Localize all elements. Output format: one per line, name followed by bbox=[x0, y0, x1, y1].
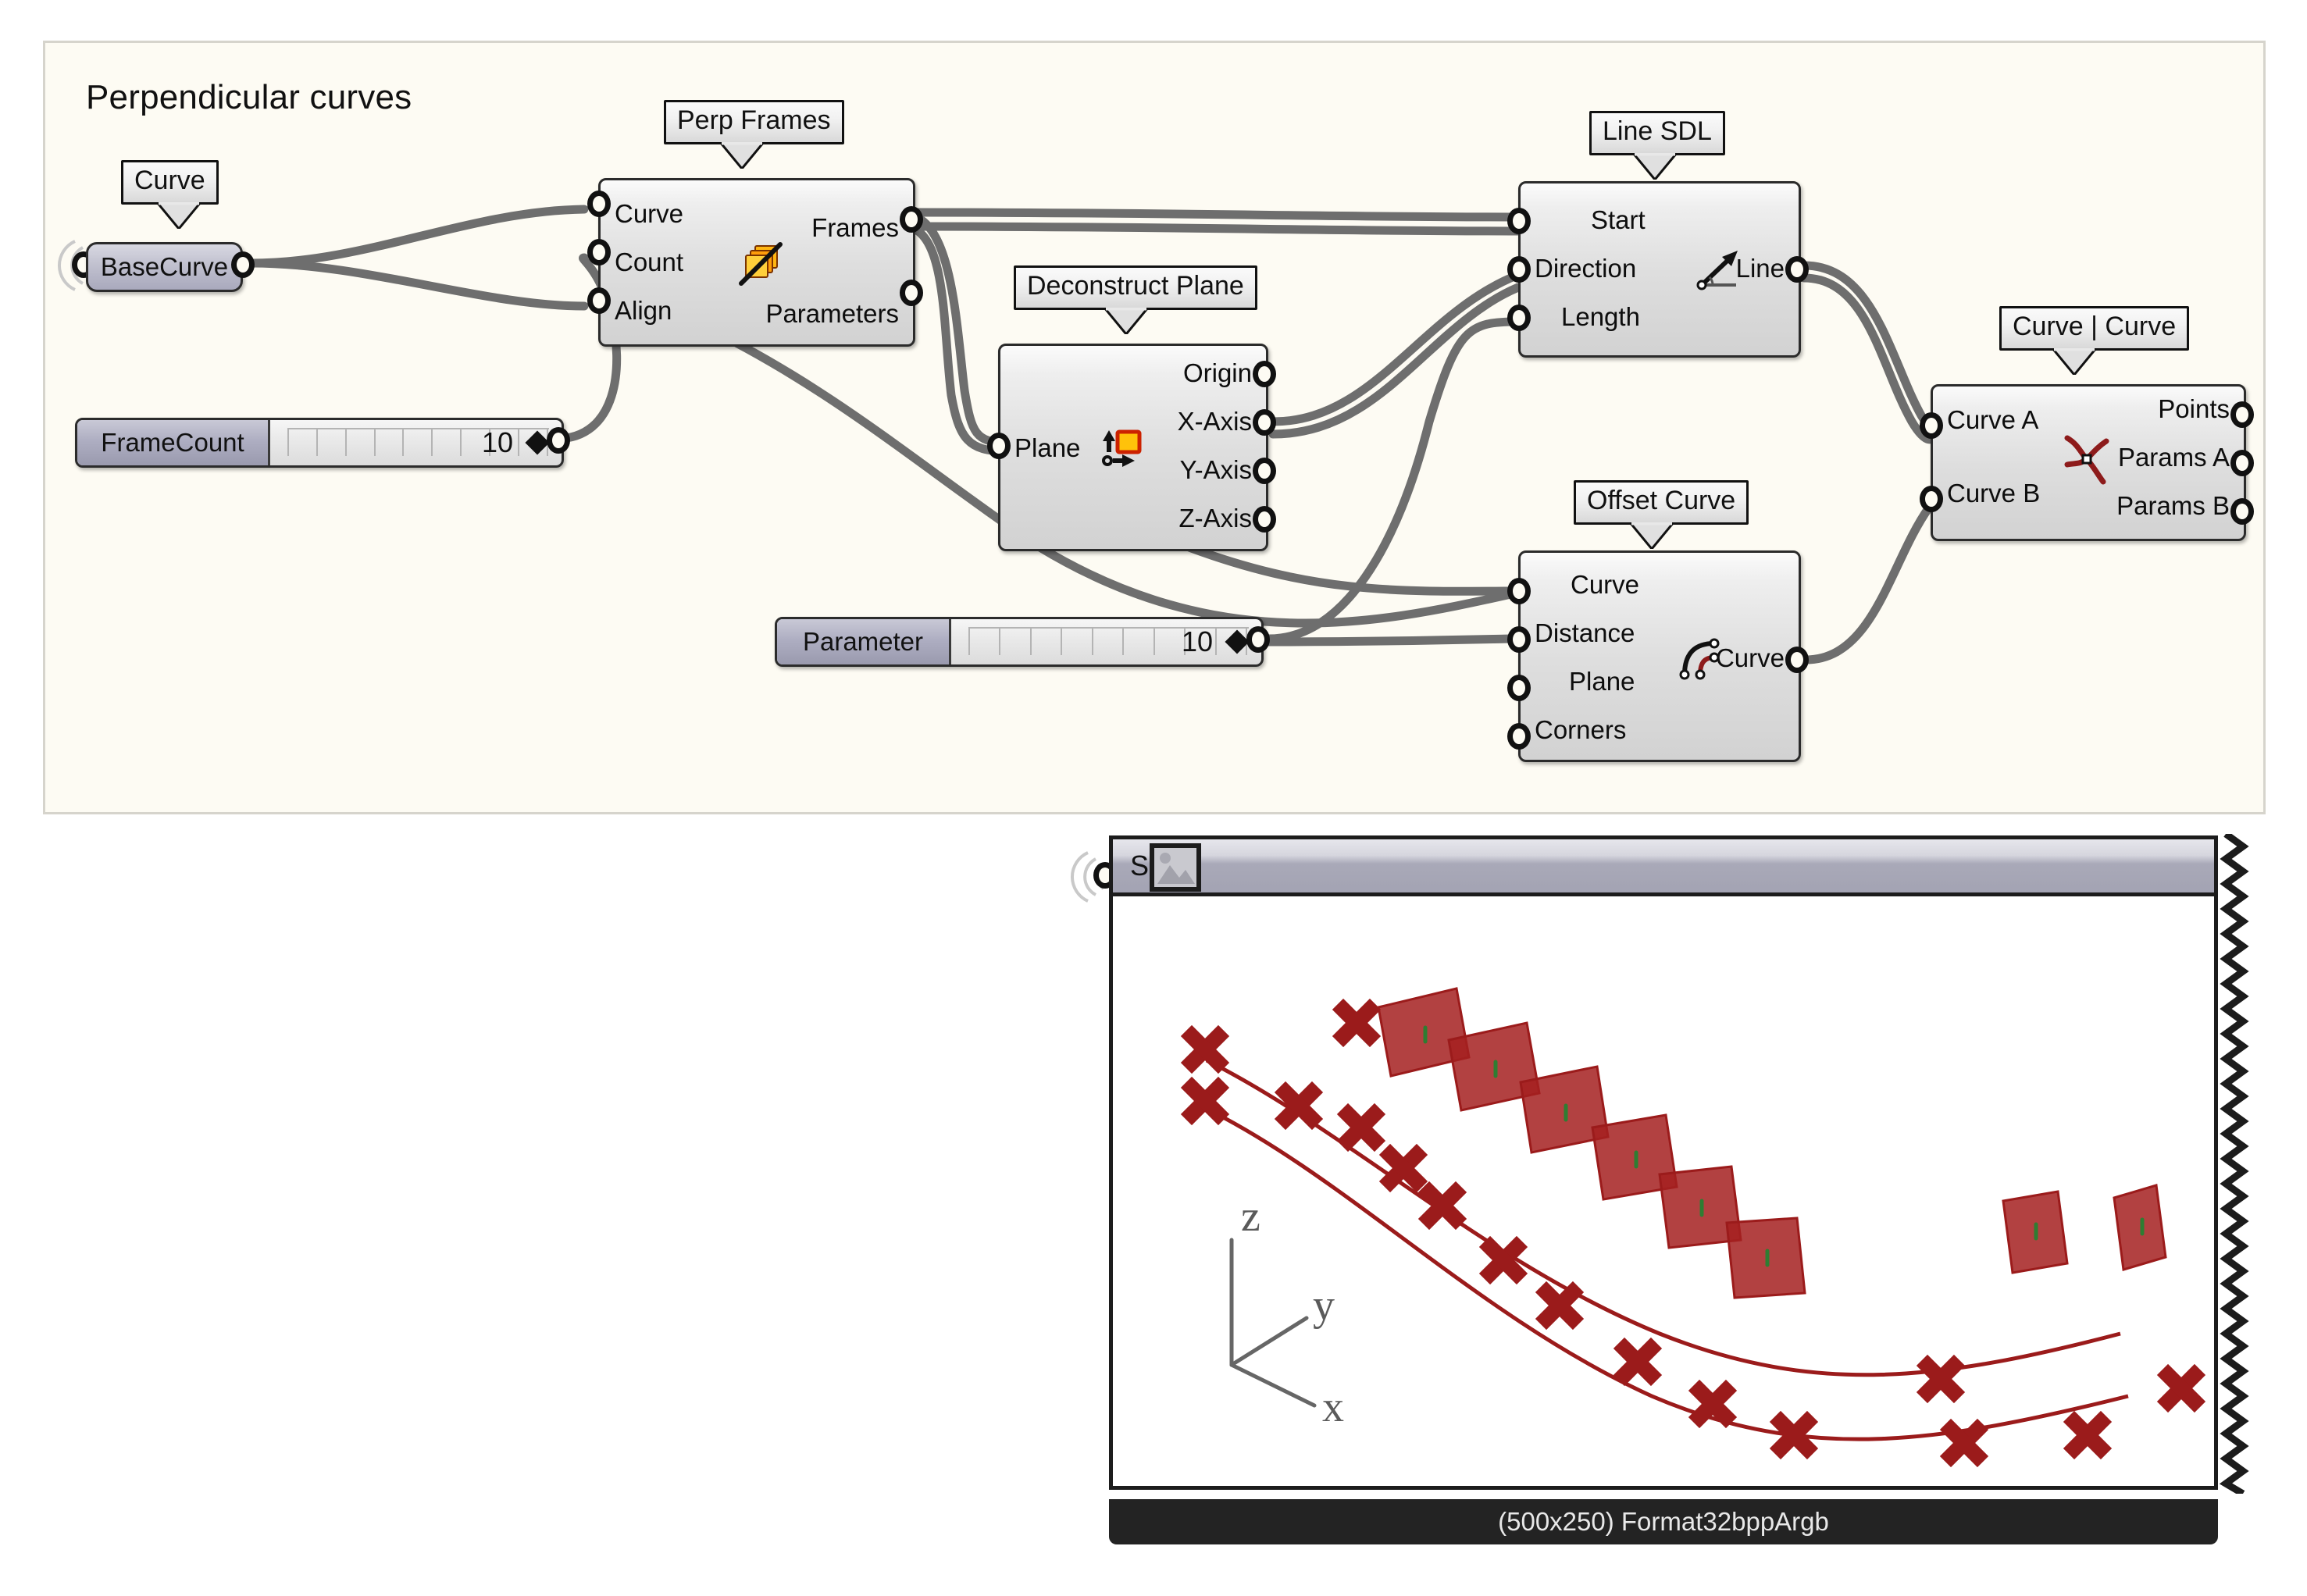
offset-curve-input-curve: Curve bbox=[1571, 570, 1640, 599]
axis-label-y: y bbox=[1313, 1281, 1335, 1330]
port-offset-curve-corners[interactable] bbox=[1507, 723, 1531, 750]
port-deconstruct-plane-origin[interactable] bbox=[1253, 361, 1276, 387]
curve-curve-output-params-a: Params A bbox=[2117, 443, 2230, 472]
perp-frames-input-count: Count bbox=[615, 248, 684, 276]
slider-framecount[interactable]: FrameCount 10 bbox=[75, 418, 564, 468]
port-deconstruct-plane-yaxis[interactable] bbox=[1253, 458, 1276, 484]
line-sdl-icon bbox=[1694, 248, 1742, 297]
port-curve-curve-a[interactable] bbox=[1920, 412, 1943, 439]
slider-parameter-value: 10 bbox=[1181, 625, 1213, 657]
offset-curve-input-distance: Distance bbox=[1535, 618, 1635, 647]
perp-frames-input-align: Align bbox=[615, 296, 672, 325]
port-deconstruct-plane-xaxis[interactable] bbox=[1253, 409, 1276, 436]
balloon-curve-label: Curve bbox=[134, 166, 205, 195]
axis-triad bbox=[1229, 1238, 1317, 1408]
offset-curve-icon bbox=[1675, 634, 1731, 688]
port-curve-curve-params-b[interactable] bbox=[2230, 498, 2254, 525]
slider-framecount-value: 10 bbox=[481, 426, 513, 458]
line-sdl-input-direction: Direction bbox=[1535, 254, 1637, 283]
slider-parameter-track[interactable]: 10 bbox=[951, 619, 1261, 664]
gh-canvas[interactable]: Perpendicular curves BaseCurve Curve Fra… bbox=[0, 0, 2307, 1596]
port-perp-frames-align[interactable] bbox=[587, 287, 611, 314]
picture-icon[interactable] bbox=[1150, 843, 1201, 892]
line-sdl-output-line: Line bbox=[1735, 254, 1785, 283]
port-perp-frames-count[interactable] bbox=[587, 239, 611, 265]
curve-curve-output-points: Points bbox=[2158, 394, 2230, 423]
port-line-sdl-direction[interactable] bbox=[1507, 256, 1531, 283]
perp-frames-icon bbox=[735, 240, 786, 292]
balloon-curve-curve: Curve | Curve bbox=[1999, 306, 2190, 376]
port-perp-frames-frames[interactable] bbox=[900, 206, 923, 233]
line-sdl-input-start: Start bbox=[1591, 205, 1646, 234]
image-panel-viewport[interactable]: z y x bbox=[1109, 896, 2218, 1490]
balloon-curve: Curve bbox=[121, 160, 219, 230]
port-offset-curve-plane[interactable] bbox=[1507, 675, 1531, 701]
slider-framecount-track[interactable]: 10 bbox=[270, 420, 562, 465]
port-line-sdl-length[interactable] bbox=[1507, 305, 1531, 331]
balloon-deconstruct-plane-label: Deconstruct Plane bbox=[1027, 271, 1244, 301]
deconstruct-plane-output-xaxis: X-Axis bbox=[1177, 407, 1252, 436]
offset-curve-input-corners: Corners bbox=[1535, 715, 1627, 744]
port-deconstruct-plane-zaxis[interactable] bbox=[1253, 506, 1276, 533]
balloon-offset-curve-label: Offset Curve bbox=[1587, 486, 1736, 515]
port-basecurve-out[interactable] bbox=[231, 251, 255, 278]
port-curve-curve-points[interactable] bbox=[2230, 401, 2254, 428]
deconstruct-plane-output-origin: Origin bbox=[1182, 358, 1252, 387]
port-deconstruct-plane-plane[interactable] bbox=[987, 433, 1011, 459]
port-curve-curve-b[interactable] bbox=[1920, 486, 1943, 512]
deconstruct-plane-input-plane: Plane bbox=[1014, 433, 1081, 462]
line-sdl-input-length: Length bbox=[1561, 302, 1640, 331]
balloon-line-sdl: Line SDL bbox=[1589, 111, 1725, 180]
curve-curve-icon bbox=[2058, 430, 2116, 492]
perp-frames-output-parameters: Parameters bbox=[765, 299, 899, 328]
port-offset-curve-distance[interactable] bbox=[1507, 626, 1531, 653]
node-offset-curve[interactable]: Curve Distance Plane Corners Curve bbox=[1518, 550, 1801, 762]
port-line-sdl-start[interactable] bbox=[1507, 208, 1531, 234]
slider-parameter[interactable]: Parameter 10 bbox=[775, 617, 1264, 667]
port-offset-curve-curve[interactable] bbox=[1507, 578, 1531, 604]
offset-curve-input-plane: Plane bbox=[1569, 667, 1635, 696]
port-line-sdl-line[interactable] bbox=[1785, 256, 1809, 283]
port-curve-curve-params-a[interactable] bbox=[2230, 450, 2254, 476]
node-perp-frames[interactable]: Curve Count Align Frames Parameters bbox=[598, 178, 915, 347]
balloon-line-sdl-label: Line SDL bbox=[1603, 116, 1712, 146]
slider-parameter-label: Parameter bbox=[777, 619, 951, 664]
group-title: Perpendicular curves bbox=[86, 78, 412, 116]
image-panel-nickname: S bbox=[1130, 850, 1150, 882]
deconstruct-plane-icon bbox=[1097, 427, 1143, 476]
torn-edge-indicator bbox=[2219, 834, 2249, 1494]
port-offset-curve-curve-out[interactable] bbox=[1785, 647, 1809, 673]
curve-curve-output-params-b: Params B bbox=[2116, 491, 2230, 520]
node-deconstruct-plane[interactable]: Plane Origin X-Axis Y-Axis Z-Axis bbox=[998, 344, 1268, 551]
node-curve-curve[interactable]: Curve A Curve B Points Params A Params B bbox=[1931, 384, 2246, 541]
balloon-curve-curve-label: Curve | Curve bbox=[2013, 312, 2177, 341]
port-perp-frames-parameters[interactable] bbox=[900, 280, 923, 306]
slider-framecount-label: FrameCount bbox=[77, 420, 270, 465]
perp-frames-output-frames: Frames bbox=[811, 213, 899, 242]
deconstruct-plane-output-yaxis: Y-Axis bbox=[1179, 455, 1252, 484]
balloon-perp-frames-label: Perp Frames bbox=[677, 105, 831, 135]
balloon-perp-frames: Perp Frames bbox=[664, 100, 844, 169]
image-panel-status-text: (500x250) Format32bppArgb bbox=[1498, 1507, 1829, 1536]
param-basecurve-label: BaseCurve bbox=[100, 252, 229, 281]
deconstruct-plane-output-zaxis: Z-Axis bbox=[1178, 504, 1253, 533]
axis-label-x: x bbox=[1322, 1383, 1344, 1431]
port-perp-frames-curve[interactable] bbox=[587, 191, 611, 217]
curve-curve-input-b: Curve B bbox=[1947, 479, 2041, 508]
perp-frames-input-curve: Curve bbox=[615, 199, 684, 228]
image-panel-header[interactable]: S bbox=[1109, 835, 2218, 896]
port-parameter-out[interactable] bbox=[1246, 626, 1270, 653]
curve-curve-input-a: Curve A bbox=[1947, 405, 2039, 434]
port-framecount-out[interactable] bbox=[547, 427, 570, 454]
node-line-sdl[interactable]: Start Direction Length Line bbox=[1518, 181, 1801, 358]
balloon-deconstruct-plane: Deconstruct Plane bbox=[1014, 265, 1257, 335]
image-panel-status-bar: (500x250) Format32bppArgb bbox=[1109, 1499, 2218, 1544]
param-basecurve[interactable]: BaseCurve bbox=[86, 242, 243, 292]
balloon-offset-curve: Offset Curve bbox=[1574, 480, 1749, 550]
axis-label-z: z bbox=[1241, 1192, 1260, 1241]
